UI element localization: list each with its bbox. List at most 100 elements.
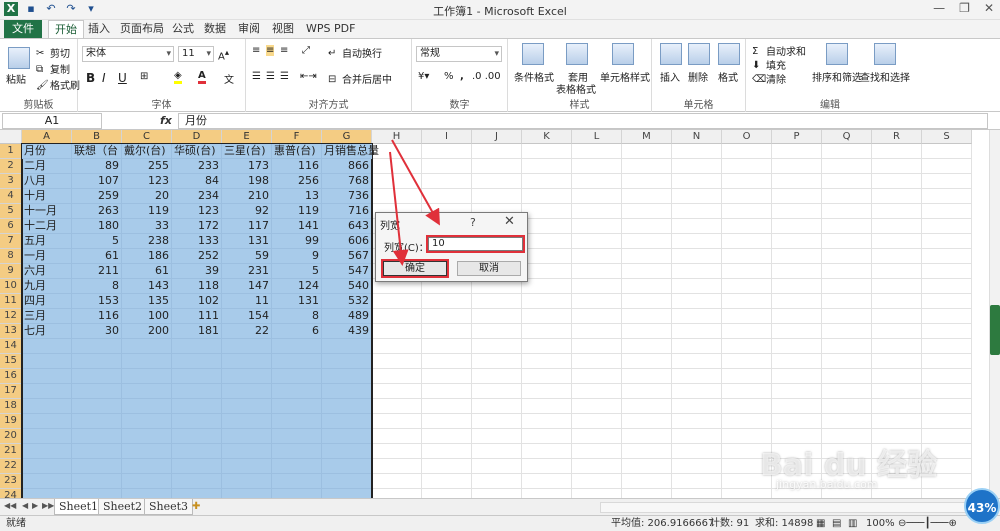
grid-cell[interactable]: 116 xyxy=(272,159,322,174)
grid-cell[interactable] xyxy=(372,144,422,159)
grid-cell[interactable] xyxy=(172,444,222,459)
column-header[interactable]: S xyxy=(922,130,972,144)
grid-cell[interactable] xyxy=(522,264,572,279)
paste-button[interactable]: 粘贴 xyxy=(6,71,26,86)
grid-cell[interactable] xyxy=(772,144,822,159)
grid-cell[interactable]: 173 xyxy=(222,159,272,174)
grid-cell[interactable] xyxy=(472,489,522,498)
side-widget[interactable] xyxy=(990,305,1000,355)
grid-cell[interactable]: 210 xyxy=(222,189,272,204)
grid-cell[interactable] xyxy=(472,309,522,324)
grid-cell[interactable] xyxy=(522,144,572,159)
grid-cell[interactable] xyxy=(622,429,672,444)
grid-cell[interactable] xyxy=(572,294,622,309)
grid-cell[interactable]: 123 xyxy=(172,204,222,219)
grid-cell[interactable] xyxy=(172,459,222,474)
grid-cell[interactable]: 252 xyxy=(172,249,222,264)
grid-cell[interactable] xyxy=(822,219,872,234)
grid-cell[interactable]: 131 xyxy=(222,234,272,249)
grid-cell[interactable]: 华硕(台) xyxy=(172,144,222,159)
grid-cell[interactable] xyxy=(822,159,872,174)
grid-cell[interactable] xyxy=(572,399,622,414)
tab-review[interactable]: 审阅 xyxy=(232,20,266,38)
grid-cell[interactable] xyxy=(322,459,372,474)
grid-cell[interactable]: 768 xyxy=(322,174,372,189)
phonetic-icon[interactable]: 文 xyxy=(224,71,234,86)
sheet-tab-3[interactable]: Sheet3 xyxy=(144,499,194,515)
grid-cell[interactable] xyxy=(672,444,722,459)
grid-cell[interactable] xyxy=(672,219,722,234)
grid-cell[interactable]: 116 xyxy=(72,309,122,324)
grid-cell[interactable]: 234 xyxy=(172,189,222,204)
grid-cell[interactable] xyxy=(72,429,122,444)
grid-cell[interactable] xyxy=(422,369,472,384)
grid-cell[interactable] xyxy=(172,384,222,399)
grid-cell[interactable]: 172 xyxy=(172,219,222,234)
grid-cell[interactable] xyxy=(622,309,672,324)
grid-cell[interactable]: 131 xyxy=(272,294,322,309)
tab-home[interactable]: 开始 xyxy=(48,20,84,38)
close-icon[interactable]: ✕ xyxy=(984,1,994,15)
grid-cell[interactable]: 59 xyxy=(222,249,272,264)
grid-cell[interactable] xyxy=(572,144,622,159)
grid-cell[interactable]: 233 xyxy=(172,159,222,174)
grid-cell[interactable]: 238 xyxy=(122,234,172,249)
column-header[interactable]: C xyxy=(122,130,172,144)
column-header[interactable]: G xyxy=(322,130,372,144)
grid-cell[interactable] xyxy=(872,309,922,324)
grid-cell[interactable] xyxy=(72,339,122,354)
column-header[interactable]: K xyxy=(522,130,572,144)
grid-cell[interactable] xyxy=(722,294,772,309)
grid-cell[interactable] xyxy=(222,384,272,399)
grid-cell[interactable] xyxy=(172,489,222,498)
grid-cell[interactable]: 119 xyxy=(122,204,172,219)
grid-cell[interactable] xyxy=(522,429,572,444)
grid-cell[interactable] xyxy=(922,264,972,279)
view-layout-icon[interactable]: ▤ xyxy=(832,516,841,531)
grid-cell[interactable]: 141 xyxy=(272,219,322,234)
grid-cell[interactable]: 9 xyxy=(272,249,322,264)
grid-cell[interactable] xyxy=(772,384,822,399)
grid-cell[interactable] xyxy=(872,279,922,294)
grid-cell[interactable] xyxy=(822,339,872,354)
grid-cell[interactable] xyxy=(722,324,772,339)
grid-cell[interactable] xyxy=(672,459,722,474)
grid-cell[interactable]: 三星(台) xyxy=(222,144,272,159)
grid-cell[interactable]: 五月 xyxy=(22,234,72,249)
number-format-combo[interactable]: 常规 xyxy=(416,46,502,62)
grid-cell[interactable]: 33 xyxy=(122,219,172,234)
grid-cell[interactable] xyxy=(222,459,272,474)
grid-cell[interactable] xyxy=(122,459,172,474)
grid-cell[interactable] xyxy=(572,489,622,498)
grid-cell[interactable] xyxy=(672,384,722,399)
grid-cell[interactable] xyxy=(922,189,972,204)
grid-cell[interactable]: 111 xyxy=(172,309,222,324)
grid-cell[interactable] xyxy=(22,339,72,354)
grid-cell[interactable] xyxy=(922,159,972,174)
grid-cell[interactable] xyxy=(422,189,472,204)
grid-cell[interactable] xyxy=(272,399,322,414)
grid-cell[interactable]: 8 xyxy=(272,309,322,324)
grid-cell[interactable] xyxy=(522,219,572,234)
grid-cell[interactable] xyxy=(222,354,272,369)
row-header[interactable]: 7 xyxy=(0,234,22,249)
grid-cell[interactable] xyxy=(672,279,722,294)
grid-cell[interactable] xyxy=(922,204,972,219)
grid-cell[interactable] xyxy=(922,414,972,429)
grid-cell[interactable] xyxy=(22,429,72,444)
italic-button[interactable]: I xyxy=(102,71,106,85)
grid-cell[interactable]: 643 xyxy=(322,219,372,234)
row-header[interactable]: 19 xyxy=(0,414,22,429)
grid-cell[interactable] xyxy=(622,264,672,279)
grid-cell[interactable] xyxy=(472,144,522,159)
grid-cell[interactable] xyxy=(772,159,822,174)
grid-cell[interactable] xyxy=(122,399,172,414)
grid-cell[interactable]: 143 xyxy=(122,279,172,294)
grid-cell[interactable] xyxy=(572,429,622,444)
grid-cell[interactable] xyxy=(222,339,272,354)
column-header[interactable]: H xyxy=(372,130,422,144)
grid-cell[interactable]: 89 xyxy=(72,159,122,174)
grid-cell[interactable] xyxy=(722,354,772,369)
grid-cell[interactable] xyxy=(572,249,622,264)
row-header[interactable]: 6 xyxy=(0,219,22,234)
